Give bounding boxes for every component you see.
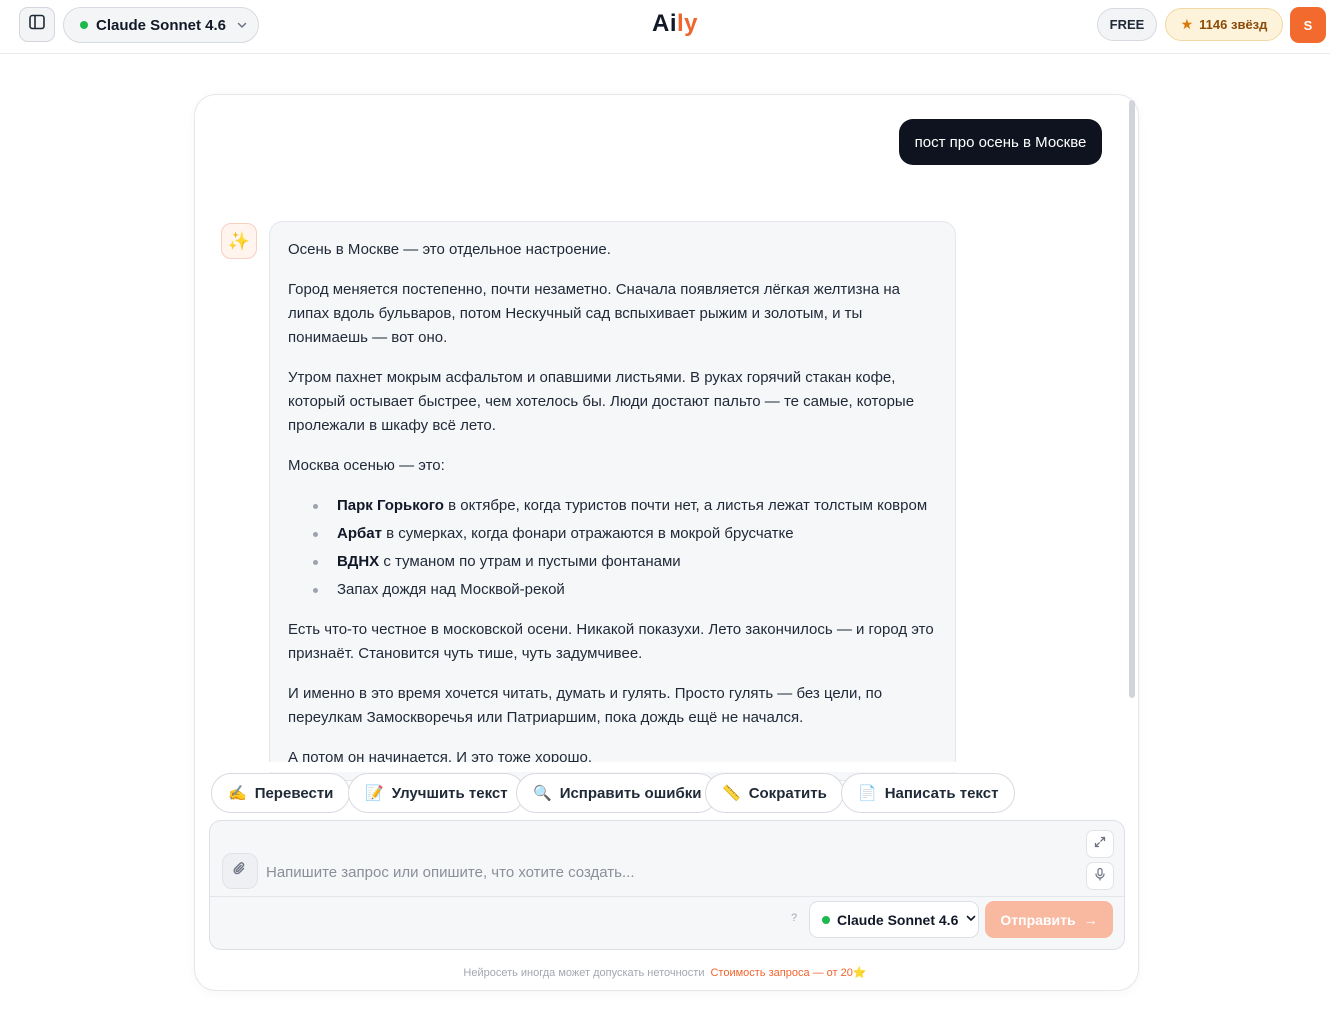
app-logo[interactable]: Aily [652, 10, 698, 38]
list-item: ВДНХ с туманом по утрам и пустыми фонтан… [312, 550, 937, 574]
disclaimer-text: Нейросеть иногда может допускать неточно… [463, 967, 705, 979]
ai-paragraph: Осень в Москве — это отдельное настроени… [288, 241, 611, 258]
chevron-down-icon [965, 911, 977, 929]
list-item: Запах дождя над Москвой-рекой [312, 578, 937, 602]
ai-paragraph: Есть что-то честное в московской осени. … [288, 621, 934, 662]
fix-errors-button[interactable]: 🔍 Исправить ошибки [516, 773, 719, 813]
expand-icon [1093, 835, 1107, 854]
ruler-icon: 📏 [722, 785, 741, 802]
chip-label: Написать текст [884, 784, 999, 802]
composer-divider [210, 896, 1124, 897]
chat-scrollbar[interactable] [1129, 100, 1135, 698]
chip-label: Сократить [748, 784, 827, 802]
chip-label: Перевести [254, 784, 334, 802]
paperclip-icon [231, 860, 249, 883]
send-button[interactable]: Отправить → [985, 901, 1113, 938]
sparkles-icon: ✨ [227, 230, 251, 251]
stars-label: 1146 звёзд [1199, 17, 1268, 32]
ai-paragraph: Москва осенью — это: [288, 457, 445, 474]
translate-button[interactable]: ✍️ Перевести [211, 773, 351, 813]
ai-paragraph: Город меняется постепенно, почти незамет… [288, 281, 900, 346]
ai-message: Осень в Москве — это отдельное настроени… [269, 221, 956, 781]
magnifier-icon: 🔍 [533, 785, 552, 802]
online-status-dot [80, 21, 88, 29]
writing-hand-icon: ✍️ [228, 785, 247, 802]
list-item: Арбат в сумерках, когда фонари отражаютс… [312, 522, 937, 546]
footer-note: Нейросеть иногда может допускать неточно… [0, 966, 1330, 979]
chip-label: Исправить ошибки [559, 784, 702, 802]
user-avatar[interactable]: S [1290, 7, 1326, 43]
star-icon: ★ [1180, 16, 1194, 32]
stars-balance[interactable]: ★ 1146 звёзд [1165, 8, 1283, 41]
model-name: Claude Sonnet 4.6 [837, 911, 959, 928]
model-selector[interactable]: Claude Sonnet 4.6 [63, 7, 259, 43]
microphone-icon [1093, 867, 1107, 886]
message-area-bottom-edge [196, 762, 1126, 772]
ai-paragraph: И именно в это время хочется читать, дум… [288, 685, 883, 726]
user-message: пост про осень в Москве [899, 119, 1102, 165]
prompt-input[interactable] [266, 858, 1066, 886]
online-status-dot [822, 915, 830, 924]
ai-avatar: ✨ [221, 223, 257, 259]
chip-label: Улучшить текст [391, 784, 508, 802]
ai-paragraph: Утром пахнет мокрым асфальтом и опавшими… [288, 369, 915, 434]
page-icon: 📄 [858, 785, 877, 802]
sidebar-toggle-button[interactable] [19, 7, 55, 42]
write-text-button[interactable]: 📄 Написать текст [841, 773, 1016, 813]
model-name: Claude Sonnet 4.6 [96, 16, 227, 34]
send-label: Отправить [1000, 911, 1076, 928]
help-button[interactable]: ? [791, 912, 797, 924]
microphone-button[interactable] [1086, 862, 1114, 890]
expand-button[interactable] [1086, 830, 1114, 858]
cost-link[interactable]: Стоимость запроса — от 20⭐ [710, 967, 866, 979]
arrow-right-icon: → [1083, 911, 1098, 928]
memo-icon: 📝 [365, 785, 384, 802]
logo-text-accent: ly [677, 10, 699, 37]
attach-button[interactable] [222, 853, 258, 889]
chevron-down-icon [236, 19, 248, 31]
sidebar-icon [28, 13, 46, 36]
top-bar: Claude Sonnet 4.6 Aily FREE ★ 1146 звёзд… [0, 0, 1330, 54]
logo-text-dark: Ai [652, 10, 677, 37]
shorten-button[interactable]: 📏 Сократить [705, 773, 844, 813]
plan-badge[interactable]: FREE [1097, 8, 1157, 41]
improve-text-button[interactable]: 📝 Улучшить текст [348, 773, 525, 813]
ai-list: Парк Горького в октябре, когда туристов … [312, 494, 937, 602]
composer-model-selector[interactable]: Claude Sonnet 4.6 [809, 901, 979, 938]
list-item: Парк Горького в октябре, когда туристов … [312, 494, 937, 518]
